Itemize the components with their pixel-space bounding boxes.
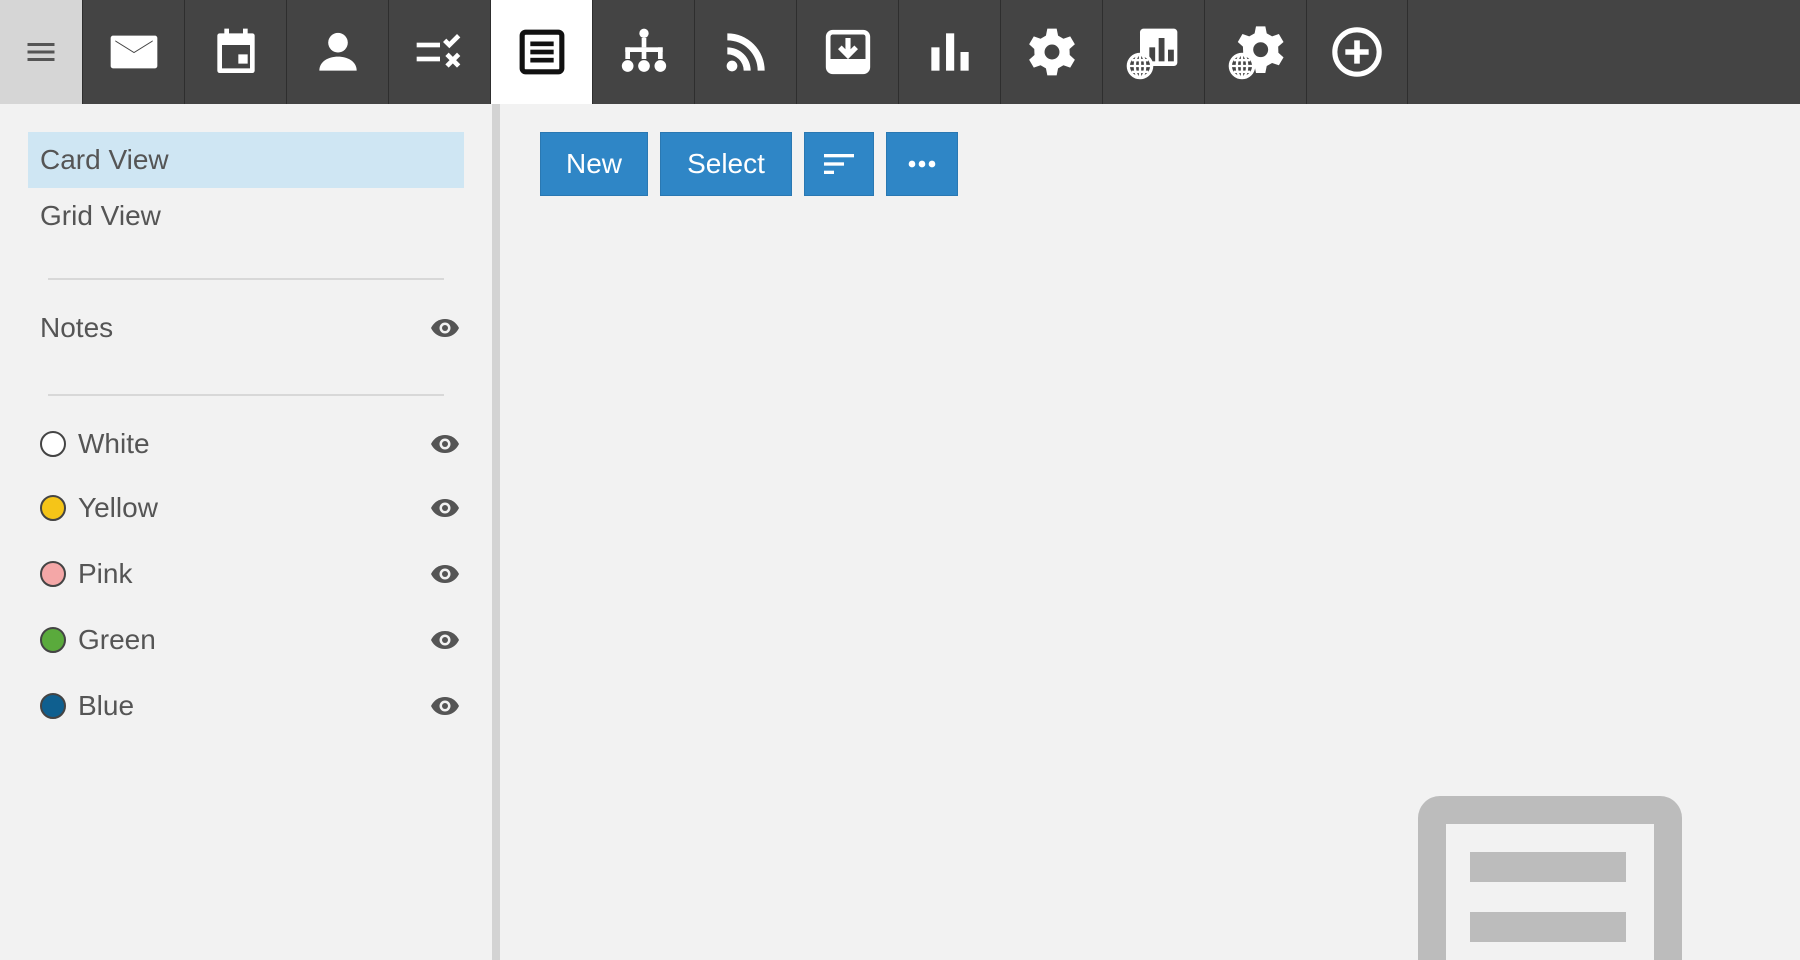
eye-icon[interactable] [430, 497, 460, 519]
app-global-settings-button[interactable] [1204, 0, 1306, 104]
color-label: Green [78, 624, 156, 655]
new-button[interactable]: New [540, 132, 648, 196]
eye-icon[interactable] [430, 317, 460, 339]
view-card[interactable]: Card View [28, 132, 464, 188]
color-label: White [78, 428, 150, 459]
hamburger-icon [27, 43, 55, 61]
org-chart-icon [621, 28, 666, 72]
eye-icon[interactable] [430, 695, 460, 717]
global-gear-icon [1228, 26, 1284, 80]
sidebar: Card View Grid View Notes White Yellow P… [0, 104, 492, 960]
app-inbox-button[interactable] [796, 0, 898, 104]
divider [48, 278, 444, 280]
app-mail-button[interactable] [82, 0, 184, 104]
notes-empty-state-icon [1418, 796, 1682, 960]
more-button[interactable] [886, 132, 958, 196]
sort-button[interactable] [804, 132, 874, 196]
divider [48, 394, 444, 396]
hamburger-menu-button[interactable] [0, 0, 82, 104]
app-settings-button[interactable] [1000, 0, 1102, 104]
rss-icon [726, 33, 765, 72]
more-icon [908, 160, 936, 168]
app-calendar-button[interactable] [184, 0, 286, 104]
app-notes-button[interactable] [490, 0, 592, 104]
color-label: Pink [78, 558, 133, 589]
sidebar-splitter[interactable] [492, 104, 500, 960]
mail-icon [110, 35, 157, 69]
select-button[interactable]: Select [660, 132, 792, 196]
person-icon [318, 32, 357, 71]
inbox-download-icon [825, 29, 870, 75]
calendar-icon [216, 28, 255, 74]
color-swatch-blue [40, 693, 66, 719]
eye-icon[interactable] [430, 563, 460, 585]
eye-icon[interactable] [430, 629, 460, 651]
eye-icon[interactable] [430, 433, 460, 455]
color-filter-green[interactable]: Green [40, 616, 460, 664]
folder-notes-label: Notes [40, 312, 114, 343]
notes-icon [519, 29, 564, 75]
app-feeds-button[interactable] [694, 0, 796, 104]
color-label: Yellow [78, 492, 158, 523]
color-filter-pink[interactable]: Pink [40, 550, 460, 598]
gear-icon [1028, 28, 1075, 76]
tasks-icon [416, 34, 460, 68]
color-label: Blue [78, 690, 135, 721]
app-toolbar [0, 0, 1800, 104]
color-swatch-yellow [40, 495, 66, 521]
app-add-button[interactable] [1306, 0, 1408, 104]
bar-chart-icon [930, 33, 969, 71]
color-filter-yellow[interactable]: Yellow [40, 484, 460, 532]
folder-notes[interactable]: Notes [40, 304, 460, 352]
color-filter-white[interactable]: White [40, 420, 460, 468]
color-swatch-pink [40, 561, 66, 587]
color-swatch-green [40, 627, 66, 653]
add-circle-icon [1332, 27, 1382, 77]
app-tasks-button[interactable] [388, 0, 490, 104]
app-contacts-button[interactable] [286, 0, 388, 104]
view-grid[interactable]: Grid View [28, 188, 464, 244]
app-reports-button[interactable] [898, 0, 1000, 104]
color-swatch-white [40, 431, 66, 457]
color-filter-blue[interactable]: Blue [40, 682, 460, 730]
sort-icon [824, 154, 854, 174]
app-global-reports-button[interactable] [1102, 0, 1204, 104]
app-organization-button[interactable] [592, 0, 694, 104]
global-report-icon [1126, 28, 1177, 80]
